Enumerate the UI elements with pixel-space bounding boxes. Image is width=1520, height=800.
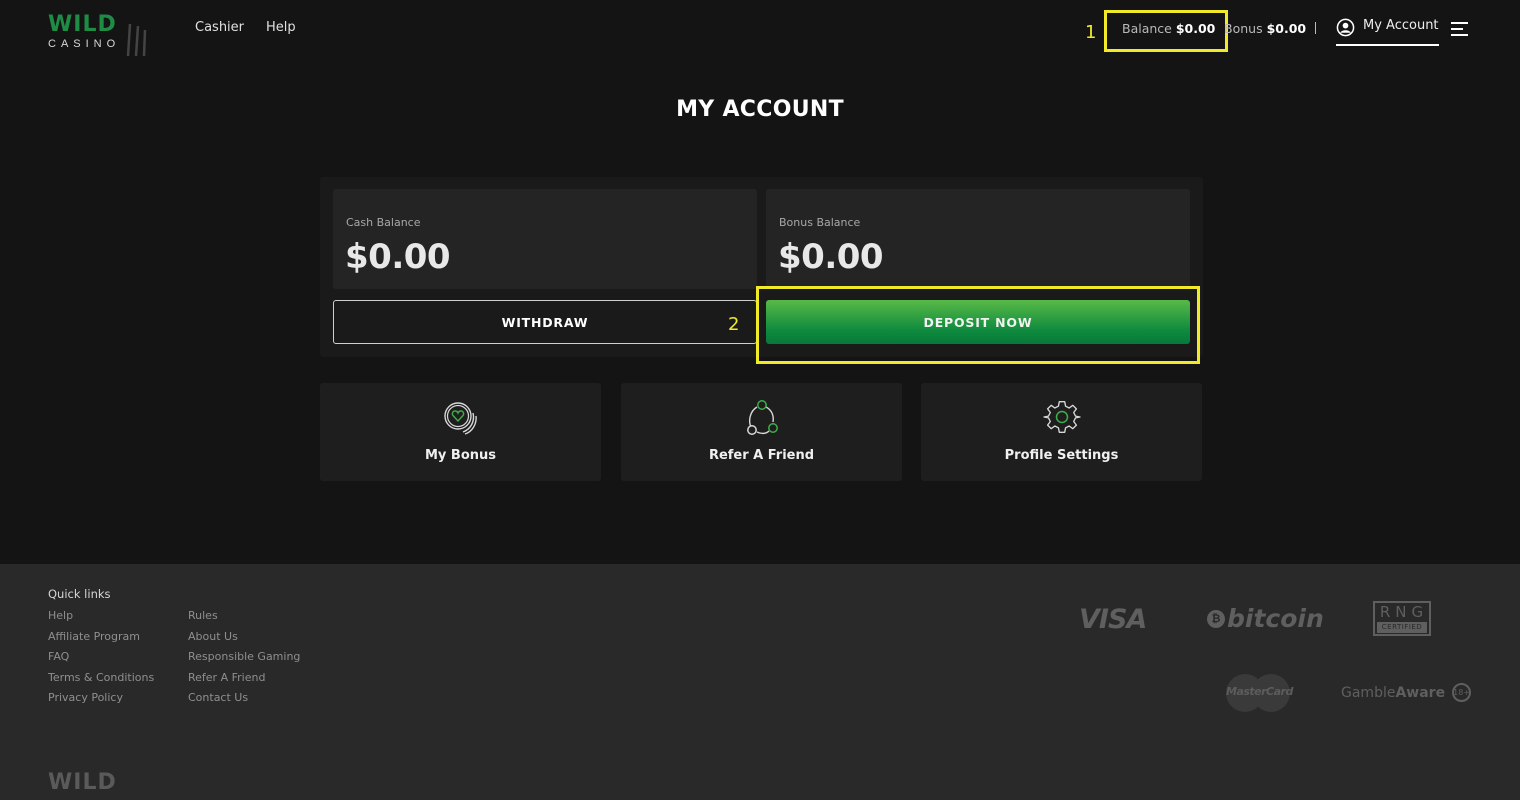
tile-refer-a-friend[interactable]: Refer A Friend: [621, 383, 902, 481]
hamburger-menu-icon[interactable]: [1451, 21, 1469, 37]
user-circle-icon: [1336, 18, 1355, 37]
logo-wild-text: WILD: [48, 12, 117, 37]
footer-link-rules[interactable]: Rules: [188, 609, 300, 623]
annotation-marker-1: 1: [1085, 22, 1097, 43]
footer-link-privacy-policy[interactable]: Privacy Policy: [48, 691, 154, 705]
site-footer: Quick links Help Affiliate Program FAQ T…: [0, 564, 1520, 800]
referral-network-icon: [746, 400, 778, 435]
quick-links-column-1: Help Affiliate Program FAQ Terms & Condi…: [48, 609, 154, 705]
tile-my-bonus-label: My Bonus: [424, 448, 497, 463]
logo-casino-text: CASINO: [48, 38, 121, 50]
annotation-marker-2: 2: [728, 314, 740, 335]
mastercard-text: MasterCard: [1226, 685, 1293, 698]
footer-link-help[interactable]: Help: [48, 609, 154, 623]
my-account-link[interactable]: My Account: [1336, 18, 1439, 46]
nav-help[interactable]: Help: [266, 20, 296, 35]
cash-balance-label: Cash Balance: [346, 216, 421, 229]
header-bonus[interactable]: Bonus $0.00: [1224, 21, 1306, 36]
footer-link-refer-a-friend[interactable]: Refer A Friend: [188, 671, 300, 685]
rng-certified-badge: RNG CERTIFIED: [1373, 601, 1431, 636]
gambleaware-text-a: Gamble: [1341, 684, 1396, 701]
footer-link-responsible-gaming[interactable]: Responsible Gaming: [188, 650, 300, 664]
tile-profile-settings-label: Profile Settings: [1004, 448, 1119, 463]
bonus-balance-amount: $0.00: [778, 237, 884, 277]
bitcoin-text: bitcoin: [1227, 604, 1324, 633]
footer-logo: WILD: [48, 770, 117, 795]
footer-link-faq[interactable]: FAQ: [48, 650, 154, 664]
wild-casino-logo[interactable]: WILD CASINO: [48, 12, 158, 60]
gambleaware-logo[interactable]: GambleAware 18+: [1341, 683, 1472, 702]
my-account-label: My Account: [1363, 18, 1439, 33]
heart-coin-icon: [443, 402, 477, 435]
bonus-balance-label: Bonus Balance: [779, 216, 861, 229]
age-18-icon: 18+: [1452, 683, 1472, 702]
tile-refer-a-friend-label: Refer A Friend: [708, 448, 815, 463]
mastercard-logo: MasterCard: [1226, 674, 1293, 712]
gear-icon: [1042, 401, 1081, 433]
balance-label: Balance: [1122, 21, 1172, 36]
main-nav: Cashier Help: [195, 20, 296, 35]
bitcoin-logo: ₿ bitcoin: [1207, 604, 1324, 633]
bonus-value: $0.00: [1266, 21, 1307, 36]
bonus-balance-card: Bonus Balance $0.00: [766, 189, 1190, 289]
cash-balance-card: Cash Balance $0.00: [333, 189, 757, 289]
withdraw-button[interactable]: WITHDRAW: [333, 300, 757, 344]
tile-profile-settings[interactable]: Profile Settings: [921, 383, 1202, 481]
annotation-highlight-deposit: [756, 286, 1200, 364]
footer-link-contact-us[interactable]: Contact Us: [188, 691, 300, 705]
quick-links-title: Quick links: [48, 587, 111, 601]
tile-my-bonus[interactable]: My Bonus: [320, 383, 601, 481]
certified-text: CERTIFIED: [1377, 622, 1427, 633]
cash-balance-amount: $0.00: [345, 237, 451, 277]
visa-logo: VISA: [1079, 604, 1147, 635]
footer-link-affiliate-program[interactable]: Affiliate Program: [48, 630, 154, 644]
nav-cashier[interactable]: Cashier: [195, 20, 244, 35]
quick-links-column-2: Rules About Us Responsible Gaming Refer …: [188, 609, 300, 705]
claw-marks-icon: [126, 23, 147, 57]
page-title: MY ACCOUNT: [676, 97, 844, 122]
footer-link-about-us[interactable]: About Us: [188, 630, 300, 644]
gambleaware-text-b: Aware: [1395, 684, 1446, 701]
site-header: WILD CASINO Cashier Help 1 Balance $0.00…: [0, 0, 1520, 60]
header-divider: [1315, 22, 1316, 34]
bonus-label: Bonus: [1224, 21, 1263, 36]
rng-text: RNG: [1379, 603, 1429, 621]
footer-link-terms-conditions[interactable]: Terms & Conditions: [48, 671, 154, 685]
header-balance[interactable]: Balance $0.00: [1122, 21, 1215, 36]
balance-value: $0.00: [1175, 21, 1216, 36]
bitcoin-coin-icon: ₿: [1207, 609, 1225, 628]
